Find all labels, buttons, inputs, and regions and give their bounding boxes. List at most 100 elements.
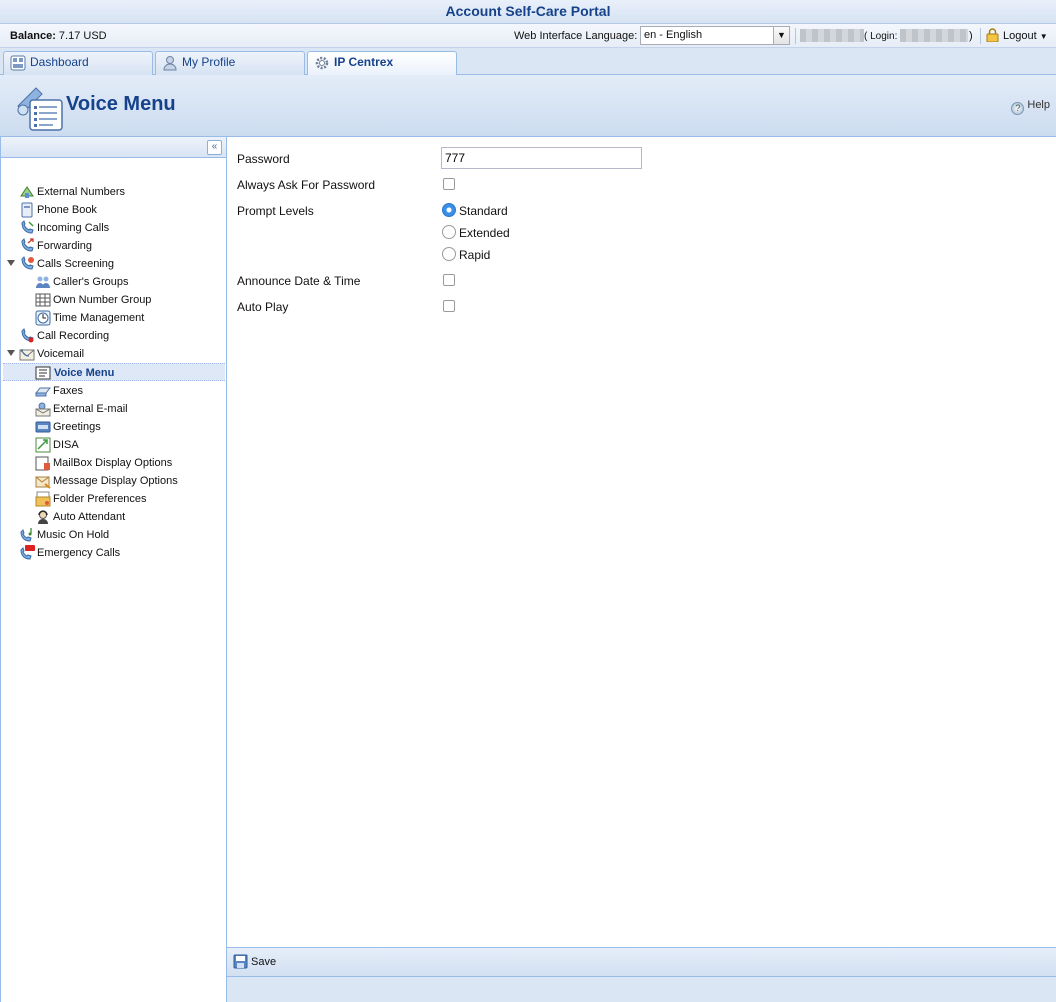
page-title: Voice Menu <box>66 93 176 115</box>
sidebar-item-label: Faxes <box>53 385 83 397</box>
prompt-extended-radio[interactable] <box>442 225 456 239</box>
login-close-paren: ) <box>969 30 973 42</box>
divider <box>795 28 796 44</box>
prompt-standard-label: Standard <box>459 204 508 218</box>
prompt-extended-label: Extended <box>459 226 510 240</box>
form-footer: Save <box>227 947 1056 976</box>
sidebar-item-label: Voicemail <box>37 348 85 360</box>
incoming-calls-icon <box>21 220 34 234</box>
password-label: Password <box>237 152 290 166</box>
sidebar: « External Numbers Phone Book Incoming C… <box>0 137 227 1002</box>
voicemail-icon <box>19 348 35 361</box>
main-tabs: Dashboard My Profile IP Centrex <box>0 48 1056 76</box>
sidebar-item-label: Forwarding <box>37 240 93 252</box>
tab-label: Dashboard <box>30 55 89 69</box>
number-grid-icon <box>35 293 51 307</box>
prompt-rapid-radio[interactable] <box>442 247 456 261</box>
calls-screening-icon <box>21 256 34 270</box>
group-icon <box>36 276 50 288</box>
redacted-login <box>900 29 968 42</box>
expand-triangle-icon[interactable] <box>7 350 15 356</box>
phone-book-icon <box>21 202 33 218</box>
sidebar-item-label: Own Number Group <box>53 294 152 306</box>
tab-ip-centrex[interactable]: IP Centrex <box>307 51 457 76</box>
language-select-value: en - English <box>644 29 703 41</box>
prompt-levels-label: Prompt Levels <box>237 204 314 218</box>
login-label: ( Login: <box>864 31 898 42</box>
help-link[interactable]: ? Help <box>1011 99 1050 115</box>
save-label: Save <box>251 956 277 968</box>
prompt-standard-radio[interactable] <box>442 203 456 217</box>
tab-label: My Profile <box>182 55 236 69</box>
logout-button[interactable]: Logout ▼ <box>986 28 1048 42</box>
sidebar-item-label: Folder Preferences <box>53 493 147 505</box>
language-select[interactable]: en - English ▼ <box>640 26 790 45</box>
logout-label: Logout <box>1003 30 1037 42</box>
auto-play-checkbox[interactable] <box>443 300 455 312</box>
expand-triangle-icon[interactable] <box>7 260 15 266</box>
fax-icon <box>35 387 51 397</box>
save-button[interactable]: Save <box>233 954 276 969</box>
prompt-rapid-label: Rapid <box>459 248 491 262</box>
music-on-hold-icon <box>20 528 32 542</box>
sidebar-item-label: MailBox Display Options <box>53 457 173 469</box>
help-icon: ? <box>1011 102 1025 115</box>
announce-date-time-checkbox[interactable] <box>443 274 455 286</box>
voice-menu-icon <box>17 87 63 131</box>
forwarding-icon <box>21 238 34 252</box>
save-icon <box>233 954 248 969</box>
external-email-icon <box>35 402 51 417</box>
sidebar-item-label: Voice Menu <box>54 367 115 379</box>
sidebar-header: « <box>1 137 226 158</box>
emergency-calls-icon <box>20 545 35 560</box>
sidebar-item-label: External E-mail <box>53 403 128 415</box>
page-header: Voice Menu ? Help <box>0 75 1056 137</box>
help-label: Help <box>1027 99 1050 111</box>
chevron-down-icon[interactable]: ▼ <box>773 27 789 44</box>
redacted-name <box>800 29 864 42</box>
always-ask-label: Always Ask For Password <box>237 178 376 192</box>
disa-icon <box>35 437 51 453</box>
auto-play-label: Auto Play <box>237 300 289 314</box>
sidebar-item-label: Emergency Calls <box>37 547 121 559</box>
tab-my-profile[interactable]: My Profile <box>155 51 305 75</box>
sidebar-item-label: Greetings <box>53 421 101 433</box>
always-ask-checkbox[interactable] <box>443 178 455 190</box>
greetings-icon <box>35 421 51 433</box>
sidebar-item-label: Music On Hold <box>37 529 110 541</box>
sidebar-item-label: Caller's Groups <box>53 276 129 288</box>
sidebar-item-label: DISA <box>53 439 79 451</box>
balance-value: 7.17 USD <box>58 30 107 42</box>
clock-icon <box>35 310 51 326</box>
tab-label: IP Centrex <box>334 55 394 69</box>
announce-date-time-label: Announce Date & Time <box>237 274 361 288</box>
message-options-icon <box>35 476 51 489</box>
password-field[interactable] <box>441 147 642 169</box>
auto-attendant-icon <box>38 510 48 524</box>
balance-label: Balance: <box>10 30 56 42</box>
external-numbers-icon <box>20 186 34 198</box>
sidebar-item-label: Message Display Options <box>53 475 178 487</box>
info-bar: Balance: 7.17 USD Web Interface Language… <box>0 24 1056 48</box>
sidebar-item-label: Incoming Calls <box>37 222 110 234</box>
app-title: Account Self-Care Portal <box>0 0 1056 24</box>
divider <box>980 28 981 44</box>
sidebar-item-label: Calls Screening <box>37 258 115 270</box>
balance: Balance: 7.17 USD <box>10 30 107 42</box>
folder-preferences-icon <box>35 491 51 507</box>
bottom-bar <box>227 976 1056 1002</box>
chevron-down-icon: ▼ <box>1039 32 1048 41</box>
collapse-sidebar-button[interactable]: « <box>207 140 222 155</box>
sidebar-item-label: Auto Attendant <box>53 511 126 523</box>
lock-icon <box>986 28 999 42</box>
gear-icon <box>315 56 329 70</box>
main-content: Password Always Ask For Password Prompt … <box>227 137 1056 947</box>
mailbox-options-icon <box>35 456 50 471</box>
sidebar-item-label: Phone Book <box>37 204 97 216</box>
sidebar-item-label: Call Recording <box>37 330 110 342</box>
sidebar-item-voice-menu[interactable]: Voice Menu <box>3 363 225 381</box>
tab-dashboard[interactable]: Dashboard <box>3 51 153 75</box>
call-recording-icon <box>21 328 34 343</box>
voice-menu-icon <box>35 366 51 380</box>
language-label: Web Interface Language: <box>514 30 638 42</box>
